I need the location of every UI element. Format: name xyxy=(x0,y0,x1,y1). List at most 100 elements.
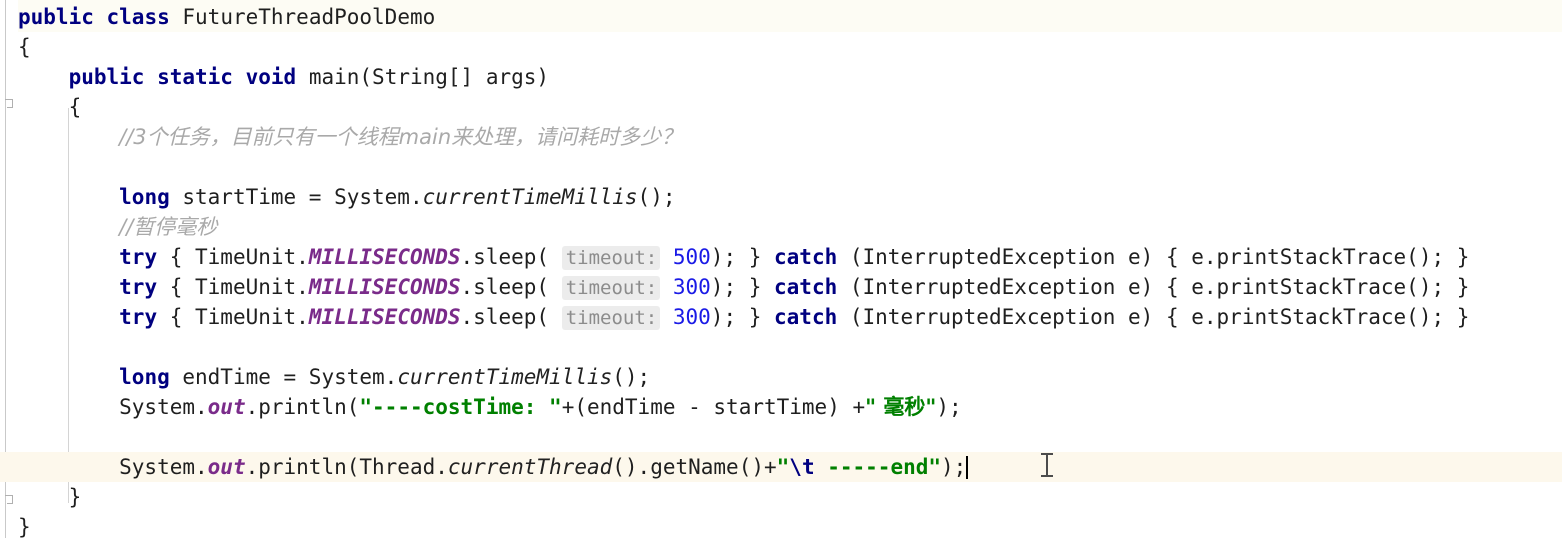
code-token-esc: \t xyxy=(789,455,815,479)
code-token-plain: (InterruptedException e) { e.printStackT… xyxy=(837,305,1470,329)
code-line-text: { xyxy=(0,92,82,122)
text-caret xyxy=(966,456,969,479)
code-token-plain: .println( xyxy=(245,395,360,419)
code-token-kw: public xyxy=(68,65,145,89)
code-token-statfld: MILLISECONDS xyxy=(308,245,461,269)
code-line[interactable]: long endTime = System.currentTimeMillis(… xyxy=(0,362,1562,392)
code-token-plain: (); xyxy=(637,185,676,209)
code-token-hint: timeout: xyxy=(561,276,661,300)
code-token-plain: ); } xyxy=(710,275,775,299)
code-token-plain: (InterruptedException e) { e.printStackT… xyxy=(837,275,1470,299)
code-line[interactable]: { xyxy=(0,32,1562,62)
code-token-plain: { TimeUnit. xyxy=(157,275,309,299)
code-token-num: 300 xyxy=(672,275,711,299)
code-token-kw: void xyxy=(245,65,297,89)
code-token-plain: ); } xyxy=(710,245,775,269)
code-line-text: try { TimeUnit.MILLISECONDS.sleep( timeo… xyxy=(0,302,1469,333)
code-token-kw: static xyxy=(157,65,233,89)
code-line-text: try { TimeUnit.MILLISECONDS.sleep( timeo… xyxy=(0,242,1469,273)
code-line-text: //3个任务，目前只有一个线程main来处理，请问耗时多少？ xyxy=(0,122,682,152)
code-token-plain: .sleep( xyxy=(460,305,562,329)
code-token-statmth: currentTimeMillis xyxy=(397,365,613,389)
code-token-plain: { TimeUnit. xyxy=(157,305,309,329)
code-token-statmth: currentTimeMillis xyxy=(422,185,638,209)
code-line[interactable] xyxy=(0,332,1562,362)
code-token-plain: .println(Thread. xyxy=(245,455,448,479)
code-token-plain: ); } xyxy=(710,305,775,329)
code-token-statfld: MILLISECONDS xyxy=(308,305,461,329)
code-token-str: " xyxy=(776,455,790,479)
code-line-text: try { TimeUnit.MILLISECONDS.sleep( timeo… xyxy=(0,272,1469,303)
code-line[interactable] xyxy=(0,422,1562,452)
code-line[interactable]: } xyxy=(0,512,1562,538)
code-token-kw: long xyxy=(119,185,170,209)
code-token-kw: try xyxy=(119,245,158,269)
code-token-plain: (InterruptedException e) { e.printStackT… xyxy=(837,245,1470,269)
code-line-text: //暂停毫秒 xyxy=(0,212,217,242)
code-line[interactable]: { xyxy=(0,92,1562,122)
code-token-kw: try xyxy=(119,305,158,329)
code-token-kw: catch xyxy=(774,245,838,269)
code-token-plain: System. xyxy=(18,455,208,479)
code-token-hint: timeout: xyxy=(561,306,661,330)
code-token-cmt: //暂停毫秒 xyxy=(119,215,218,239)
code-token-str: "----costTime: " xyxy=(359,395,562,419)
code-line[interactable]: System.out.println("----costTime: "+(end… xyxy=(0,392,1562,422)
code-token-plain: startTime = System. xyxy=(169,185,423,209)
code-editor[interactable]: public class FutureThreadPoolDemo { publi… xyxy=(0,0,1562,538)
code-token-plain: System. xyxy=(18,395,208,419)
code-token-plain: ().getName()+ xyxy=(612,455,777,479)
code-line-text: public class FutureThreadPoolDemo xyxy=(0,2,435,32)
code-token-plain: ); xyxy=(936,395,962,419)
code-line-text: long startTime = System.currentTimeMilli… xyxy=(0,182,675,212)
code-token-str: -----end" xyxy=(814,455,942,479)
code-line[interactable] xyxy=(0,152,1562,182)
code-line-text: System.out.println("----costTime: "+(end… xyxy=(0,392,962,422)
code-line-text: System.out.println(Thread.currentThread(… xyxy=(0,452,969,482)
code-line[interactable]: //3个任务，目前只有一个线程main来处理，请问耗时多少？ xyxy=(0,122,1562,152)
code-token-kw: catch xyxy=(774,305,838,329)
code-line[interactable]: long startTime = System.currentTimeMilli… xyxy=(0,182,1562,212)
code-token-fld: out xyxy=(207,395,246,419)
code-line[interactable]: try { TimeUnit.MILLISECONDS.sleep( timeo… xyxy=(0,272,1562,302)
code-line[interactable]: System.out.println(Thread.currentThread(… xyxy=(0,452,1562,482)
code-line[interactable]: try { TimeUnit.MILLISECONDS.sleep( timeo… xyxy=(0,302,1562,332)
code-token-str: " 毫秒" xyxy=(865,395,937,419)
code-line[interactable]: } xyxy=(0,482,1562,512)
code-token-plain: } xyxy=(18,515,31,538)
code-line[interactable]: try { TimeUnit.MILLISECONDS.sleep( timeo… xyxy=(0,242,1562,272)
code-token-plain: endTime = System. xyxy=(169,365,398,389)
code-line-text: public static void main(String[] args) xyxy=(0,62,549,92)
code-content[interactable]: public class FutureThreadPoolDemo { publi… xyxy=(0,0,1562,538)
code-token-cmt: //3个任务，目前只有一个线程main来处理，请问耗时多少？ xyxy=(119,125,683,149)
code-line-text: } xyxy=(0,482,82,512)
code-line-text: long endTime = System.currentTimeMillis(… xyxy=(0,362,650,392)
code-line-text: } xyxy=(0,512,31,538)
code-line[interactable]: public class FutureThreadPoolDemo xyxy=(0,2,1562,32)
code-token-num: 500 xyxy=(672,245,711,269)
code-token-kw: class xyxy=(106,5,170,29)
code-token-plain: (); xyxy=(612,365,651,389)
code-line[interactable]: public static void main(String[] args) xyxy=(0,62,1562,92)
code-line[interactable]: //暂停毫秒 xyxy=(0,212,1562,242)
code-token-kw: catch xyxy=(774,275,838,299)
code-token-plain: ); xyxy=(941,455,967,479)
code-token-kw: long xyxy=(119,365,170,389)
code-token-fld: out xyxy=(207,455,246,479)
code-token-plain: FutureThreadPoolDemo xyxy=(182,5,436,29)
code-token-plain: { TimeUnit. xyxy=(157,245,309,269)
code-token-statmth: currentThread xyxy=(447,455,613,479)
